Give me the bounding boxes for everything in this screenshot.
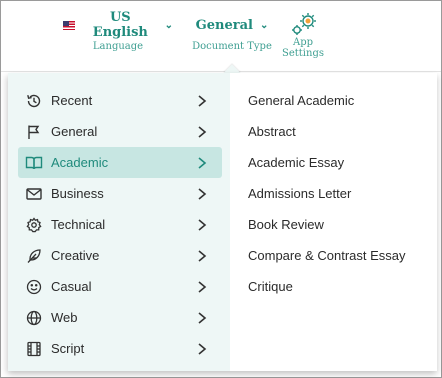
category-label: Casual [51,279,92,294]
doc-type-abstract[interactable]: Abstract [248,116,406,147]
chevron-right-icon [194,93,210,109]
document-type-label: Document Type [192,41,272,52]
film-icon [25,340,43,358]
document-type-dropdown: Recent General Academic Business Technic… [8,73,437,371]
doc-type-book-review[interactable]: Book Review [248,209,406,240]
category-label: Recent [51,93,93,108]
chevron-down-icon: ⌄ [259,19,269,31]
doc-type-critique[interactable]: Critique [248,271,406,302]
doc-type-compare-contrast-essay[interactable]: Compare & Contrast Essay [248,240,406,271]
chevron-right-icon [194,341,210,357]
category-web[interactable]: Web [18,302,222,333]
envelope-icon [25,185,43,203]
app-settings-button[interactable]: App Settings [271,11,335,59]
document-type-selector[interactable]: General ⌄ Document Type [189,15,275,53]
language-label: Language [92,41,144,52]
globe-icon [25,309,43,327]
feather-icon [25,247,43,265]
language-value: US English [92,10,148,40]
category-label: Creative [51,248,100,263]
smile-icon [25,278,43,296]
chevron-right-icon [194,248,210,264]
book-icon [25,154,43,172]
category-general[interactable]: General [18,116,222,147]
history-icon [25,92,43,110]
chevron-right-icon [194,310,210,326]
document-type-value: General [195,17,253,33]
category-label: Web [51,310,78,325]
document-type-list: General Academic Abstract Academic Essay… [248,85,406,302]
chevron-down-icon: ⌄ [164,19,173,31]
us-flag-icon [63,20,76,30]
category-business[interactable]: Business [18,178,222,209]
doc-type-admissions-letter[interactable]: Admissions Letter [248,178,406,209]
chevron-right-icon [194,186,210,202]
app-window: US English ⌄ Language General ⌄ Document… [0,0,442,378]
chevron-right-icon [194,279,210,295]
gears-icon [292,13,316,35]
category-casual[interactable]: Casual [18,271,222,302]
category-creative[interactable]: Creative [18,240,222,271]
language-selector[interactable]: US English ⌄ Language [63,10,173,52]
category-technical[interactable]: Technical [18,209,222,240]
category-pane: Recent General Academic Business Technic… [8,73,230,371]
category-label: Script [51,341,85,356]
doc-type-academic-essay[interactable]: Academic Essay [248,147,406,178]
category-label: Technical [51,217,106,232]
category-script[interactable]: Script [18,333,222,364]
doc-type-general-academic[interactable]: General Academic [248,85,406,116]
chevron-right-icon [194,155,210,171]
chevron-right-icon [194,217,210,233]
category-label: Business [51,186,104,201]
category-recent[interactable]: Recent [18,85,222,116]
category-list: Recent General Academic Business Technic… [18,85,222,364]
chevron-right-icon [194,124,210,140]
app-settings-label: App Settings [282,37,324,59]
category-academic[interactable]: Academic [18,147,222,178]
gear-icon [25,216,43,234]
top-toolbar: US English ⌄ Language General ⌄ Document… [1,1,441,72]
flag-icon [25,123,43,141]
category-label: Academic [51,155,109,170]
category-label: General [51,124,98,139]
